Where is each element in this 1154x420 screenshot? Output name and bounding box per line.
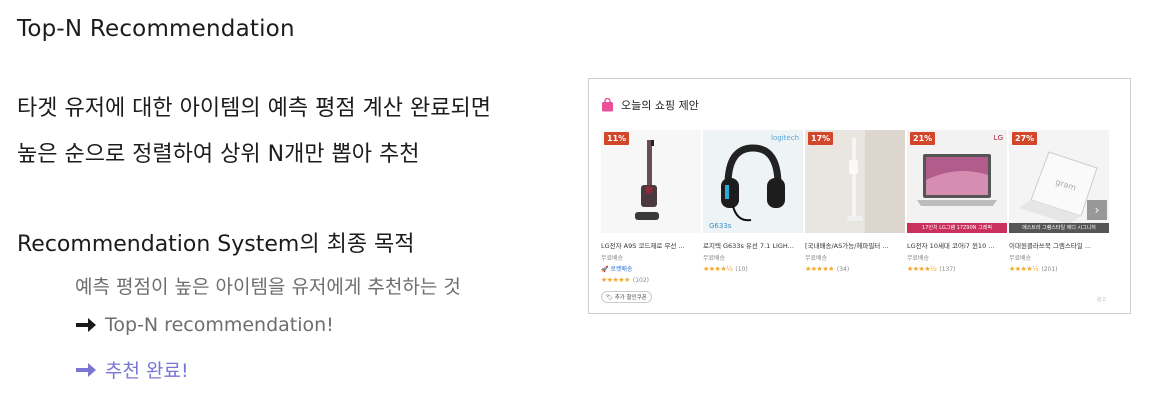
star-rating: ★★★★★ (102) [601,276,650,284]
coupon-text: 추가 할인쿠폰 [614,295,647,301]
product-name[interactable]: 로지텍 G633s 유선 7.1 LIGH... [703,240,799,250]
shopping-suggestion-widget: 오늘의 쇼핑 제안 11% LG전자 A9S 코드제로 무선 ... 무료배송 … [588,78,1131,314]
product-image[interactable]: G633s logitech [703,130,803,233]
widget-header: 오늘의 쇼핑 제안 [601,97,699,113]
slide-title: Top-N Recommendation [17,16,295,42]
review-count: (201) [1041,266,1058,273]
main-description: 타겟 유저에 대한 아이템의 예측 평점 계산 완료되면 높은 순으로 정렬하여… [17,86,491,178]
arrow-right-icon [76,362,96,377]
product-list: 11% LG전자 A9S 코드제로 무선 ... 무료배송 🚀 로켓배송 ★★★… [601,130,1111,303]
shipping-label: 무료배송 [907,255,930,262]
rocket-delivery-label: 🚀 로켓배송 [601,266,633,273]
product-name[interactable]: LG전자 A9S 코드제로 무선 ... [601,240,697,250]
shopping-bag-icon [602,98,613,112]
shipping-label: 무료배송 [703,255,726,262]
star-rating: ★★★★★ (34) [805,265,850,273]
bullet-goal-text: 예측 평점이 높은 아이템을 유저에게 추천하는 것 [75,276,461,298]
product-card[interactable]: 21% LG 17인치 LG그램 17Z90N 그래픽 LG전자 10세대 코어… [907,130,1009,300]
product-image[interactable]: 21% LG 17인치 LG그램 17Z90N 그래픽 [907,130,1007,233]
shipping-label: 무료배송 [601,255,624,262]
arrow-right-icon [76,318,96,332]
product-card[interactable]: 17% [국내배송/AS가능/헤파필터 ... 무료배송 ★★★★★ (34) [805,130,907,300]
description-line-1: 타겟 유저에 대한 아이템의 예측 평점 계산 완료되면 [17,96,491,121]
coupon-badge[interactable]: 🏷 추가 할인쿠폰 [601,291,652,303]
sub-heading: Recommendation System의 최종 목적 [17,232,415,257]
brand-logo: logitech [771,134,799,142]
description-line-2: 높은 순으로 정렬하여 상위 N개만 뽑아 추천 [17,142,420,167]
discount-badge: 21% [910,132,936,145]
discount-badge: 11% [604,132,630,145]
product-image[interactable]: 17% [805,130,905,233]
brand-logo: LG [993,134,1003,142]
bullet-topn-text: Top-N recommendation! [105,314,334,336]
shipping-label: 무료배송 [805,255,828,262]
carousel-next-button[interactable]: › [1087,200,1107,220]
ad-label: 광고 [1096,297,1106,303]
stick-vacuum-image [847,130,905,233]
bullet-done: 추천 완료! [75,356,189,383]
promo-banner: 17인치 LG그램 17Z90N 그래픽 [907,223,1007,233]
headset-image: G633s [709,144,785,230]
widget-title: 오늘의 쇼핑 제안 [621,99,699,112]
review-count: (10) [735,266,748,273]
promo-banner: 에스트라 그램스타일 에디 시그니처 [1009,223,1109,233]
product-image[interactable]: 11% [601,130,701,233]
star-rating: ★★★★½ (10) [703,265,748,273]
shipping-label: 무료배송 [1009,255,1032,262]
discount-badge: 27% [1012,132,1038,145]
product-name[interactable]: [국내배송/AS가능/헤파필터 ... [805,240,901,250]
bullet-topn: Top-N recommendation! [75,314,334,336]
discount-badge: 17% [808,132,834,145]
star-rating: ★★★★½ (137) [907,265,956,273]
rocket-delivery-text: 로켓배송 [610,266,633,273]
review-count: (137) [939,266,956,273]
review-count: (34) [836,266,850,273]
product-card[interactable]: 11% LG전자 A9S 코드제로 무선 ... 무료배송 🚀 로켓배송 ★★★… [601,130,703,303]
bullet-goal: 예측 평점이 높은 아이템을 유저에게 추천하는 것 [75,272,461,299]
chevron-right-icon: › [1094,203,1100,217]
product-name[interactable]: LG전자 10세대 코어i7 윈10 ... [907,240,1003,250]
product-card[interactable]: G633s logitech 로지텍 G633s 유선 7.1 LIGH... … [703,130,805,300]
vacuum-image [635,140,659,220]
svg-text:G633s: G633s [709,222,732,230]
laptop-image [917,154,997,206]
review-count: (102) [632,277,650,284]
bullet-done-text: 추천 완료! [105,360,189,382]
star-rating: ★★★★½ (201) [1009,265,1058,273]
product-name[interactable]: 이대원클라쓰북 그램스타일 ... [1009,240,1105,250]
